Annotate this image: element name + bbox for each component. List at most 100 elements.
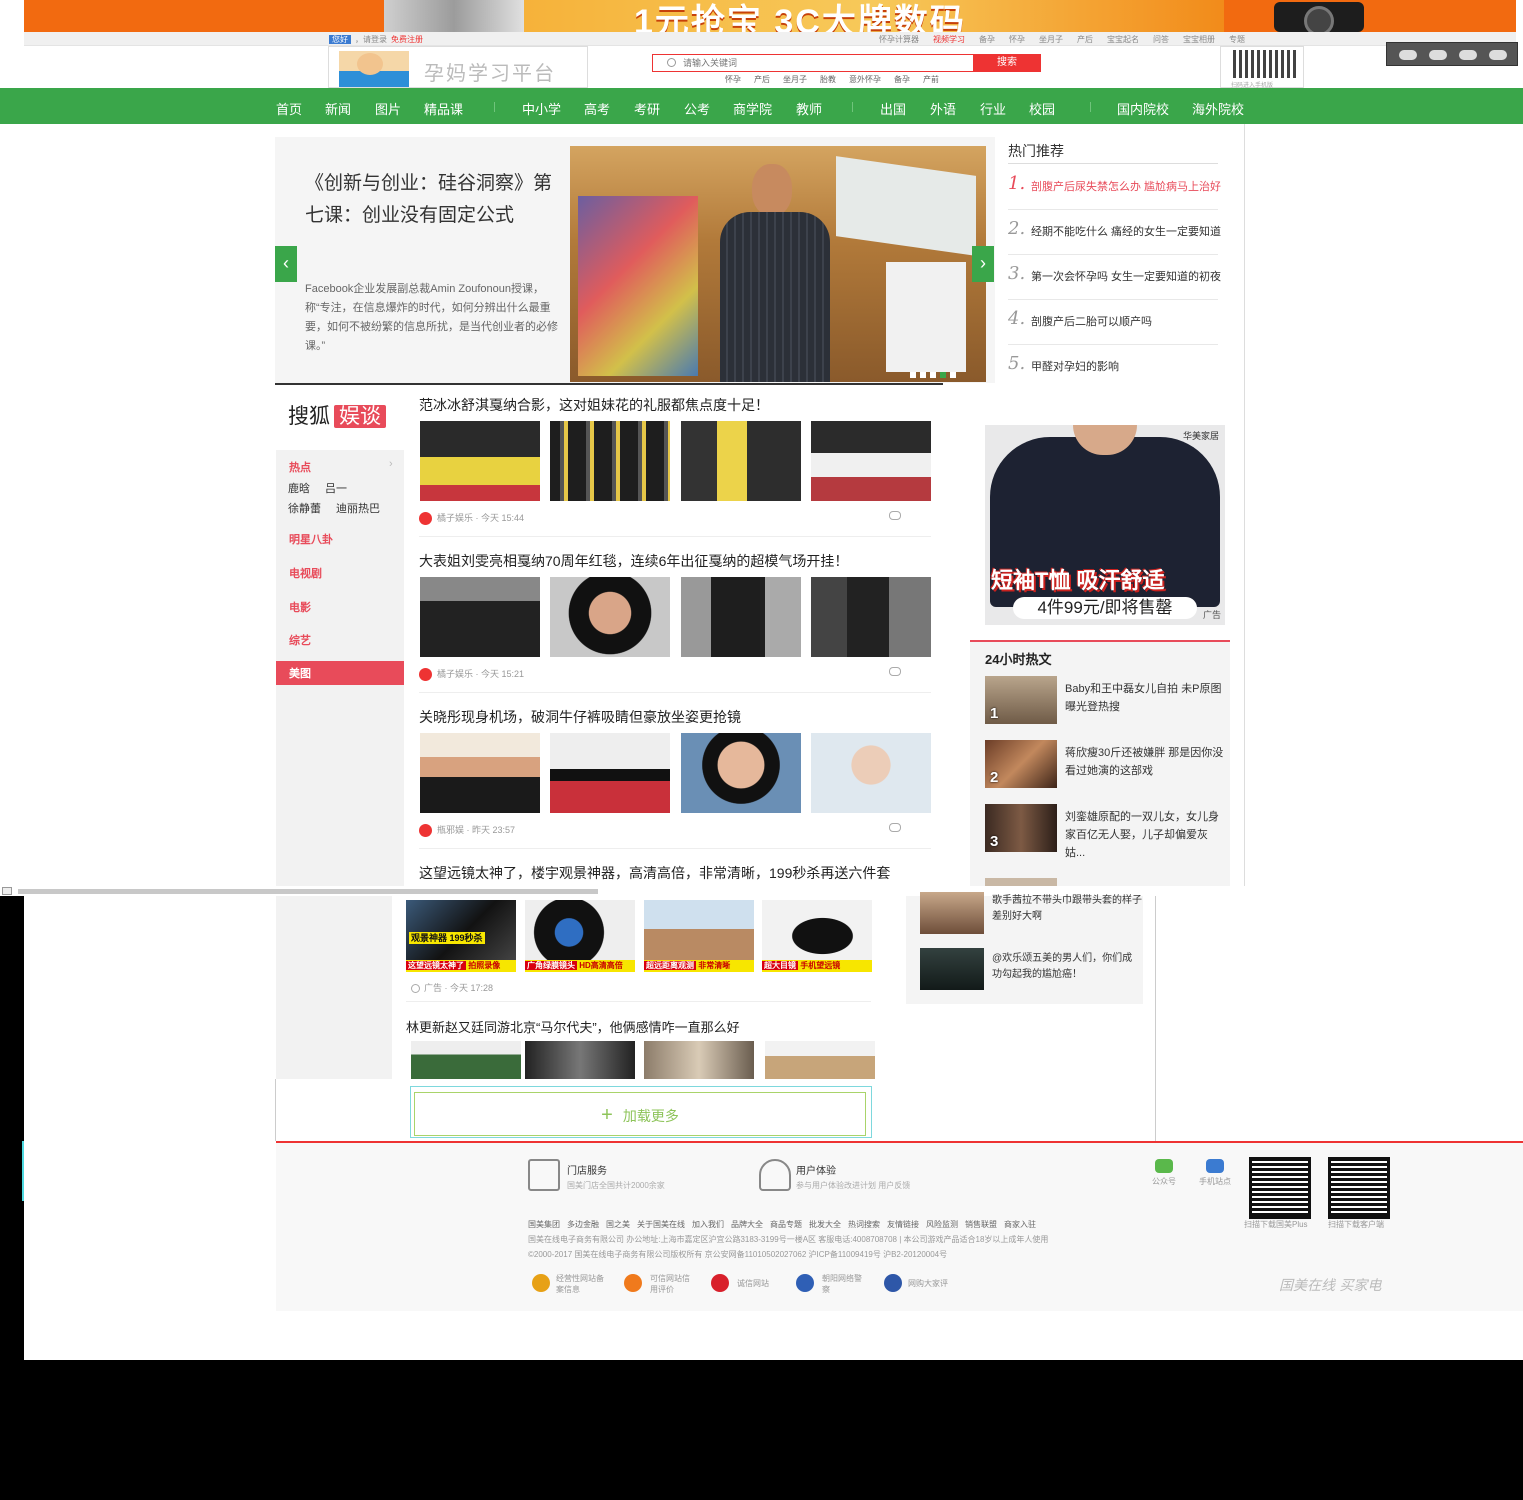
ent-cat-active[interactable]: 美图 [276,661,404,685]
prev-arrow-icon[interactable]: ‹ [275,246,297,282]
article-thumb[interactable] [811,733,931,813]
nav-item[interactable]: 公考 [684,99,710,118]
toplink[interactable]: 坐月子 [1039,35,1063,44]
nav-item[interactable]: 校园 [1029,99,1055,118]
ad-thumb[interactable]: 广角绿膜镜头 HD高清高倍 [525,900,635,972]
footer-link[interactable]: 国美集团 [528,1220,560,1229]
footer-link[interactable]: 批发大全 [809,1220,841,1229]
hotword-link[interactable]: 怀孕 [725,75,741,84]
hot24-text[interactable]: 刘銮雄原配的一双儿女，女儿身家百亿无人娶，儿子却偏爱灰姑... [1065,808,1227,862]
login-link[interactable]: ，请登录 [355,35,387,44]
toplink[interactable]: 怀孕计算器 [879,35,919,44]
article-thumb[interactable] [811,421,931,501]
comment-icon[interactable] [889,667,901,676]
nav-item[interactable]: 商学院 [733,99,772,118]
tshirt-ad[interactable]: 华美家居 短袖T恤 吸汗舒适 4件99元/即将售罄 广告 [985,425,1225,625]
nav-item[interactable]: 图片 [375,99,401,118]
related-text[interactable]: @欢乐颂五美的男人们，你们成功勾起我的尴尬癌！ [992,951,1142,983]
slider-dot-active[interactable] [940,372,946,378]
badge-text[interactable]: 朝阳网络警察 [822,1273,862,1295]
minimize-icon[interactable] [1399,50,1417,60]
article-source[interactable]: 橘子娱乐 [437,669,473,679]
toplink[interactable]: 怀孕 [1009,35,1025,44]
article-thumb[interactable] [550,421,670,501]
hot-tag[interactable]: 吕一 [325,480,347,496]
nav-item[interactable]: 精品课 [424,99,463,118]
hotword-link[interactable]: 胎教 [820,75,836,84]
hotword-link[interactable]: 坐月子 [783,75,807,84]
hot24-thumb[interactable]: 1 [985,676,1057,724]
hot-tag[interactable]: 鹿晗 [288,480,310,496]
hot-item-text[interactable]: 甲醛对孕妇的影响 [1031,358,1119,374]
mobile-site[interactable]: 手机站点 [1195,1159,1235,1187]
comment-icon[interactable] [889,823,901,832]
hot-item[interactable]: 2. 经期不能吃什么 痛经的女生一定要知道 [1008,210,1221,255]
nav-item[interactable]: 出国 [880,99,906,118]
hero-title[interactable]: 《创新与创业：硅谷洞察》第七课：创业没有固定公式 [305,168,560,232]
hotword-link[interactable]: 备孕 [894,75,910,84]
article-source[interactable]: 橘子娱乐 [437,513,473,523]
footer-link[interactable]: 商家入驻 [1004,1220,1036,1229]
horizontal-scrollbar[interactable] [0,886,1523,896]
scroll-thumb[interactable] [18,889,598,894]
hero-image[interactable] [570,146,986,382]
nav-item[interactable]: 新闻 [325,99,351,118]
user-experience[interactable]: 用户体验 参与用户体验改进计划 用户反馈 [796,1162,910,1191]
ent-cat[interactable]: 电视剧 [289,565,322,581]
slider-dot[interactable] [910,372,916,378]
hot-item[interactable]: 4. 剖腹产后二胎可以顺产吗 [1008,300,1218,345]
nav-item[interactable]: 国内院校 [1117,99,1169,118]
nav-item[interactable]: 考研 [634,99,660,118]
hot-item[interactable]: 5. 甲醛对孕妇的影响 [1008,345,1218,390]
hot-item-text[interactable]: 剖腹产后尿失禁怎么办 尴尬病马上治好 [1031,178,1221,194]
nav-item[interactable]: 海外院校 [1192,99,1244,118]
ent-cat-hot[interactable]: 热点 [289,459,311,475]
article-thumb[interactable] [681,577,801,657]
store-service[interactable]: 门店服务 国美门店全国共计2000余家 [567,1162,665,1191]
hot-item[interactable]: 3. 第一次会怀孕吗 女生一定要知道的初夜 [1008,255,1221,300]
toplink[interactable]: 宝宝起名 [1107,35,1139,44]
article-title[interactable]: 范冰冰舒淇戛纳合影，这对姐妹花的礼服都焦点度十足！ [419,395,769,415]
slider-dot[interactable] [950,372,956,378]
footer-link[interactable]: 国之美 [606,1220,630,1229]
badge-text[interactable]: 诚信网站 [737,1278,769,1289]
hot24-thumb[interactable]: 3 [985,804,1057,852]
footer-link[interactable]: 热词搜索 [848,1220,880,1229]
article-title[interactable]: 关晓彤现身机场，破洞牛仔裤吸睛但豪放坐姿更抢镜 [419,707,741,727]
scroll-left-icon[interactable] [2,887,12,895]
ad-thumb[interactable]: 超大目镜 手机望远镜 [762,900,872,972]
related-text[interactable]: 歌手茜拉不带头巾跟带头套的样子差别好大啊 [992,893,1142,925]
footer-link[interactable]: 销售联盟 [965,1220,997,1229]
forward-icon[interactable] [1489,50,1507,60]
hotword-link[interactable]: 产前 [923,75,939,84]
related-thumb[interactable] [920,892,984,934]
badge-text[interactable]: 可信网站信用评价 [650,1273,694,1295]
view-icon[interactable] [1429,50,1447,60]
hot-item[interactable]: 1. 剖腹产后尿失禁怎么办 尴尬病马上治好 [1008,165,1221,210]
slider-dot[interactable] [920,372,926,378]
hot-tag[interactable]: 徐静蕾 [288,500,321,516]
toplink[interactable]: 产后 [1077,35,1093,44]
register-link[interactable]: 免费注册 [391,35,423,44]
back-icon[interactable] [1459,50,1477,60]
toplink[interactable]: 宝宝相册 [1183,35,1215,44]
hot24-thumb[interactable] [985,878,1057,886]
article-source[interactable]: 瓶邪娱 [437,825,464,835]
article-thumb[interactable] [681,421,801,501]
nav-item[interactable]: 首页 [276,99,302,118]
footer-link[interactable]: 风险监测 [926,1220,958,1229]
toplink[interactable]: 视频学习 [933,35,965,44]
related-thumb[interactable] [920,948,984,990]
article-title[interactable]: 大表姐刘雯亮相戛纳70周年红毯，连续6年出征戛纳的超模气场开挂！ [419,551,848,571]
article-thumb[interactable] [811,577,931,657]
hot-tag[interactable]: 迪丽热巴 [336,500,380,516]
article-thumb[interactable] [644,1041,754,1079]
site-logo[interactable]: 孕妈学习平台 [328,46,588,88]
article-title[interactable]: 林更新赵又廷同游北京“马尔代夫”，他俩感情咋一直那么好 [406,1017,740,1036]
footer-link[interactable]: 商品专题 [770,1220,802,1229]
footer-link[interactable]: 友情链接 [887,1220,919,1229]
ad-thumb[interactable]: 观景神器 199秒杀 这望远镜太神了 拍照录像 [406,900,516,972]
hot24-text[interactable]: 蒋欣瘦30斤还被嫌胖 那是因你没看过她演的这部戏 [1065,744,1227,780]
article-thumb[interactable] [681,733,801,813]
nav-item[interactable]: 行业 [980,99,1006,118]
